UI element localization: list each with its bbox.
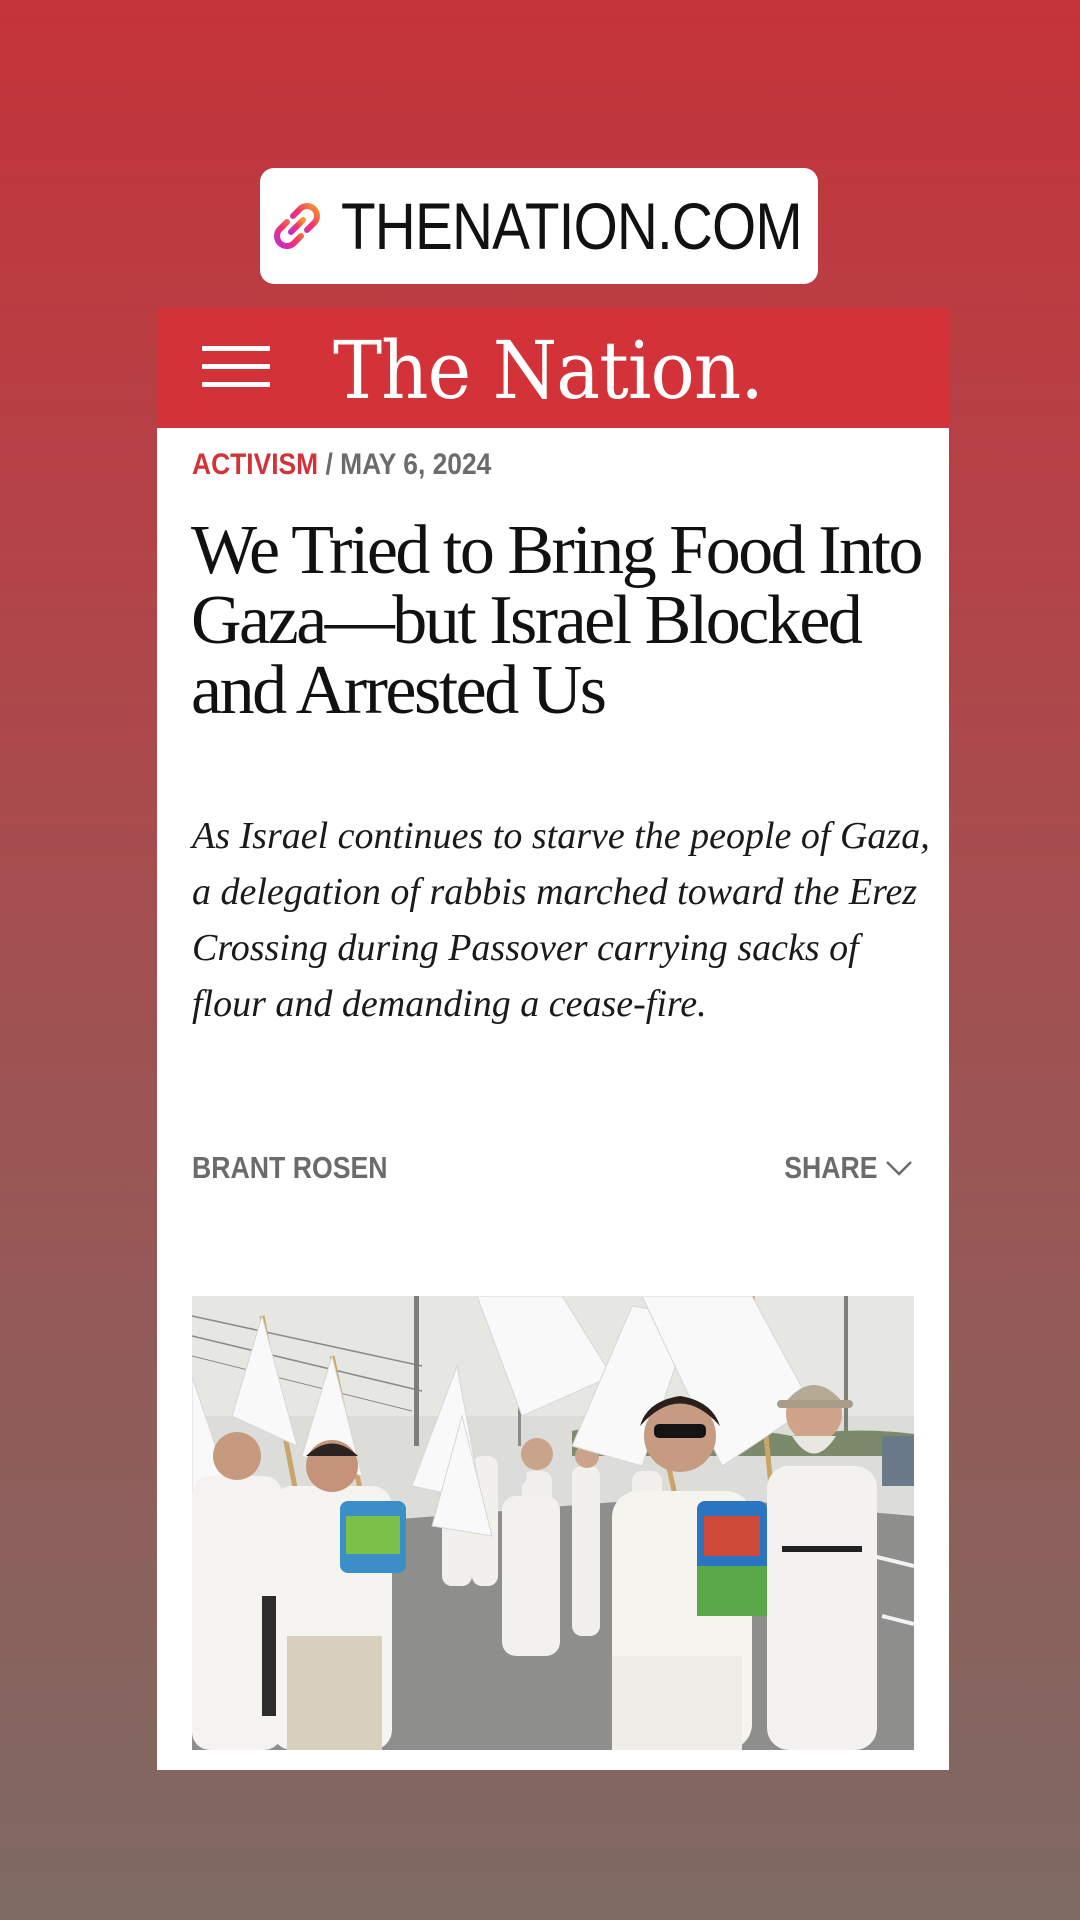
article-meta: ACTIVISM / MAY 6, 2024 xyxy=(192,448,491,482)
article-headline: We Tried to Bring Food Into Gaza—but Isr… xyxy=(191,512,923,729)
byline-row: BRANT ROSEN SHARE xyxy=(192,1150,914,1190)
chevron-down-icon xyxy=(886,1161,912,1176)
share-button[interactable]: SHARE xyxy=(769,1150,914,1186)
site-header: The Nation. xyxy=(157,308,949,428)
category-link[interactable]: ACTIVISM xyxy=(192,448,318,481)
hero-image xyxy=(192,1296,914,1750)
article-card: The Nation. ACTIVISM / MAY 6, 2024 We Tr… xyxy=(157,308,949,1770)
hamburger-menu-icon[interactable] xyxy=(202,342,270,392)
link-sticker[interactable]: THENATION.COM xyxy=(260,168,818,284)
article-dek: As Israel continues to starve the people… xyxy=(192,815,930,1025)
site-logo[interactable]: The Nation. xyxy=(333,324,764,417)
publish-date: MAY 6, 2024 xyxy=(340,448,492,481)
author-name[interactable]: BRANT ROSEN xyxy=(192,1150,388,1186)
meta-separator: / xyxy=(318,448,341,481)
link-icon xyxy=(274,203,320,249)
link-url-text: THENATION.COM xyxy=(341,189,803,263)
share-label: SHARE xyxy=(784,1150,878,1185)
